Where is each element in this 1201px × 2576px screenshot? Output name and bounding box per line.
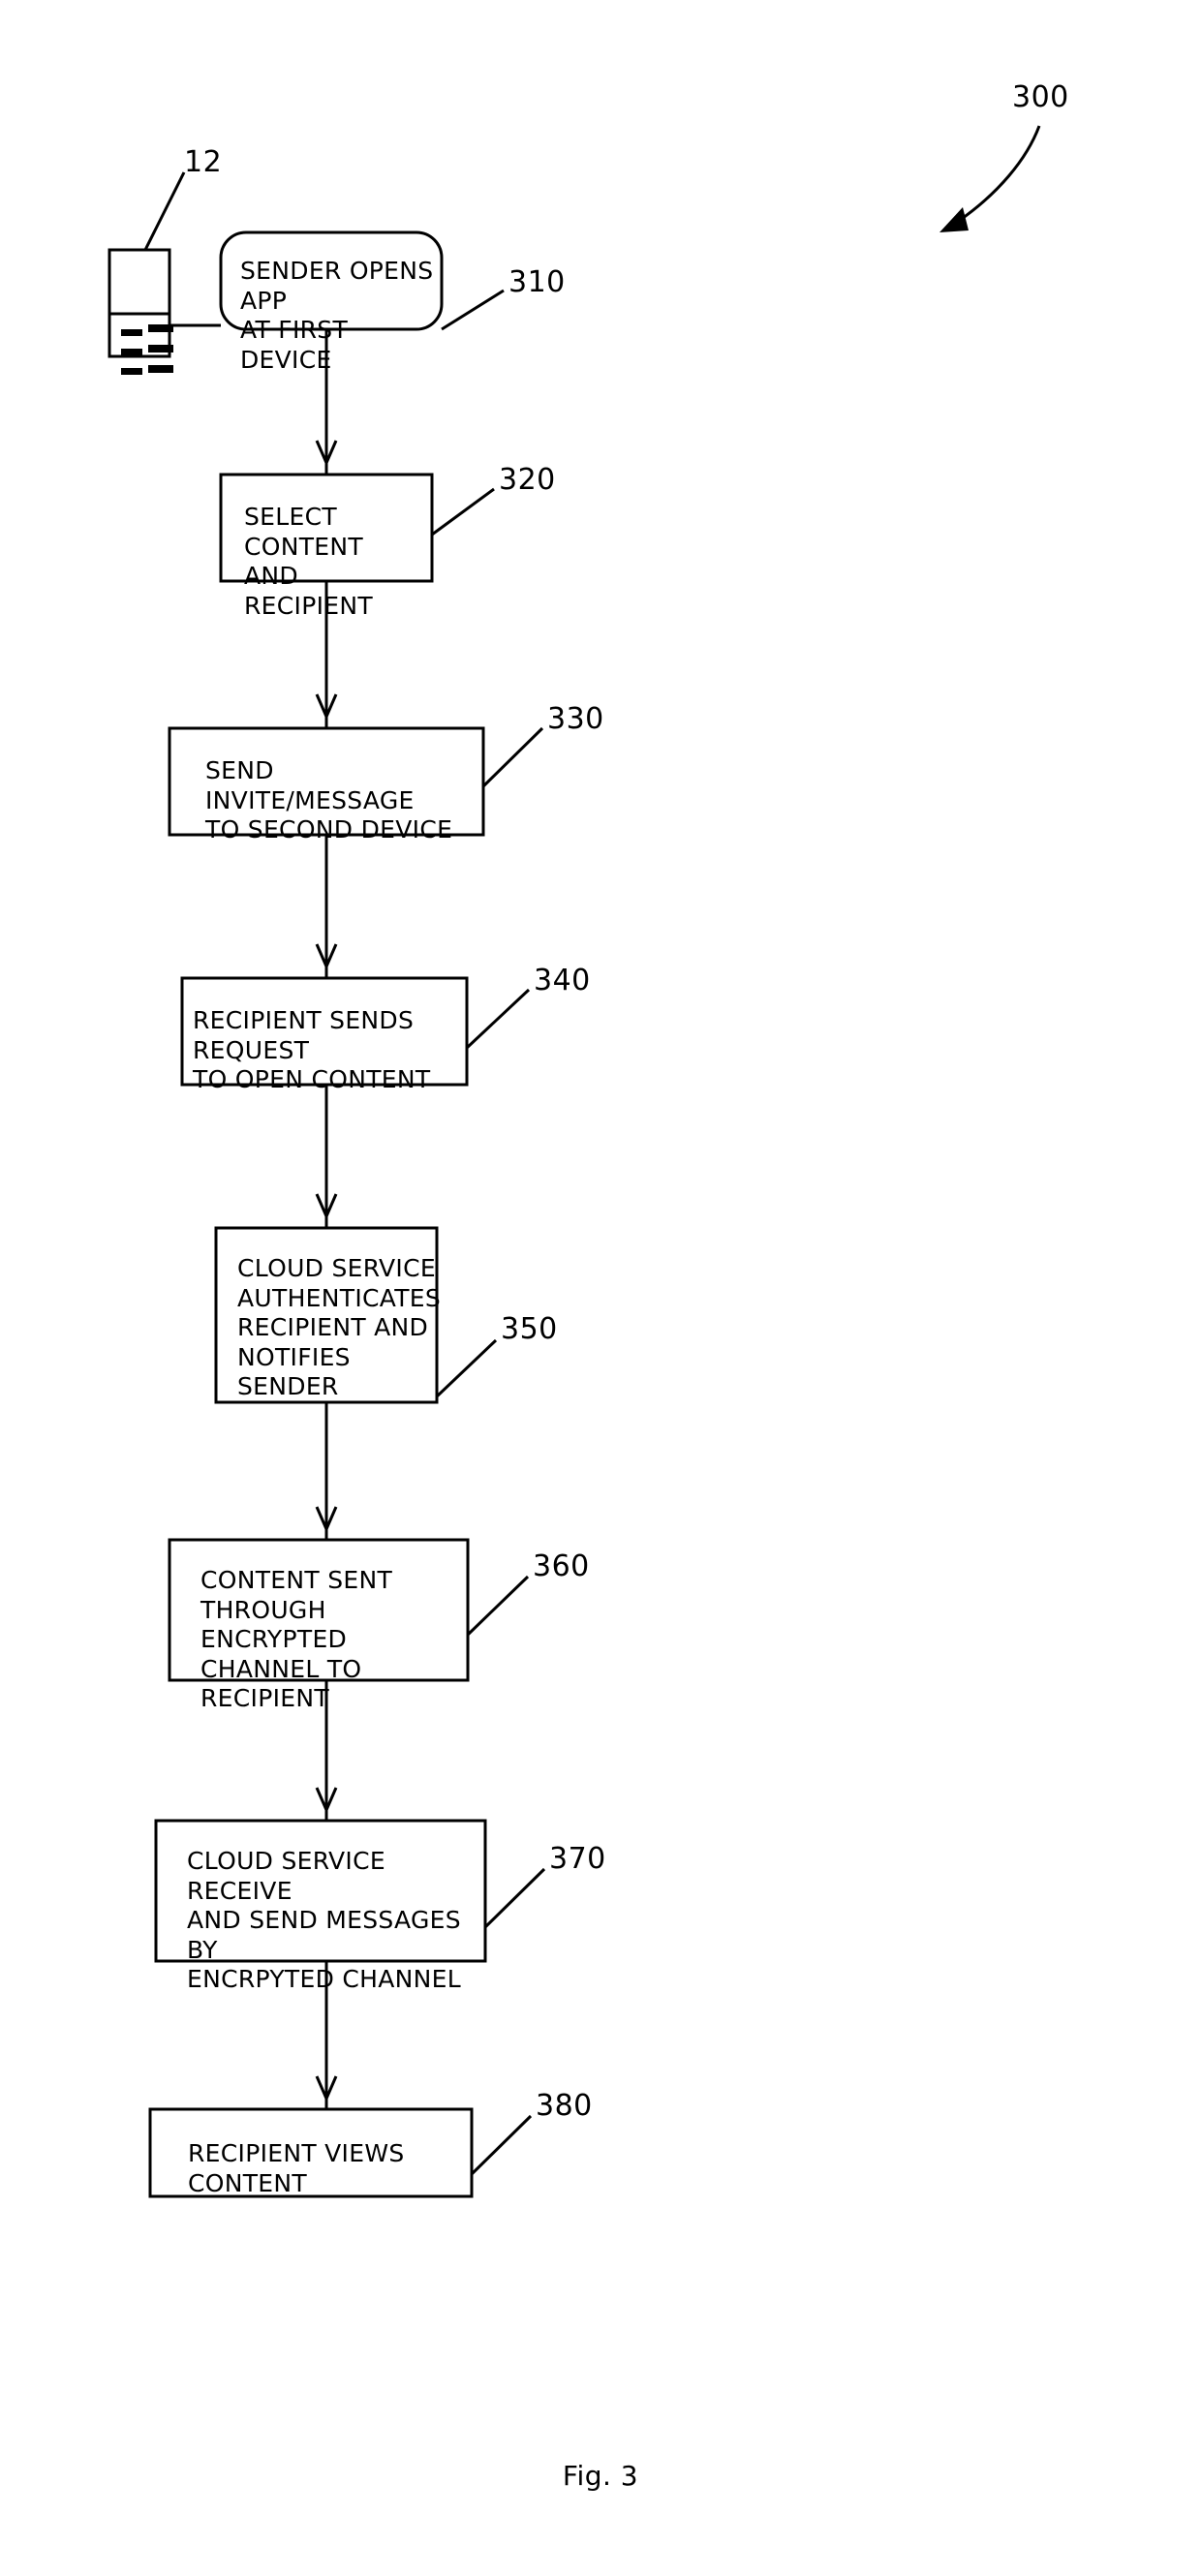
arrow-330-to-340 <box>315 835 338 978</box>
flow-step-340[interactable] <box>180 976 531 1087</box>
flow-step-330[interactable] <box>168 726 544 837</box>
ref-numeral-320: 320 <box>499 463 556 497</box>
arrow-340-to-350 <box>315 1085 338 1228</box>
flow-step-320[interactable] <box>219 473 495 583</box>
arrow-360-to-370 <box>315 1680 338 1821</box>
ref-numeral-360: 360 <box>533 1549 590 1583</box>
ref-numeral-300: 300 <box>1012 80 1069 114</box>
overall-ref-arrow <box>939 125 1041 232</box>
ref-numeral-340: 340 <box>534 964 591 997</box>
flow-step-310[interactable] <box>219 230 505 331</box>
ref-numeral-370: 370 <box>549 1842 606 1876</box>
arrow-320-to-330 <box>315 581 338 728</box>
figure-caption: Fig. 3 <box>562 2460 639 2492</box>
ref-numeral-12: 12 <box>184 145 223 179</box>
ref-numeral-330: 330 <box>547 702 604 736</box>
ref-numeral-350: 350 <box>501 1312 558 1346</box>
arrow-370-to-380 <box>315 1961 338 2109</box>
arrow-350-to-360 <box>315 1402 338 1540</box>
flow-step-380[interactable] <box>148 2107 533 2198</box>
ref-numeral-380: 380 <box>536 2089 593 2123</box>
ref-numeral-310: 310 <box>508 265 566 299</box>
patent-figure: 12 300 SENDER OPENS APP AT FIRST DEVICE … <box>0 0 1201 2576</box>
flowchart-canvas <box>108 125 1041 2198</box>
flow-step-350[interactable] <box>214 1226 498 1404</box>
arrow-310-to-320 <box>315 329 338 475</box>
first-device-icon <box>108 171 221 375</box>
flow-step-360[interactable] <box>168 1538 530 1682</box>
flow-step-370[interactable] <box>154 1819 546 1963</box>
